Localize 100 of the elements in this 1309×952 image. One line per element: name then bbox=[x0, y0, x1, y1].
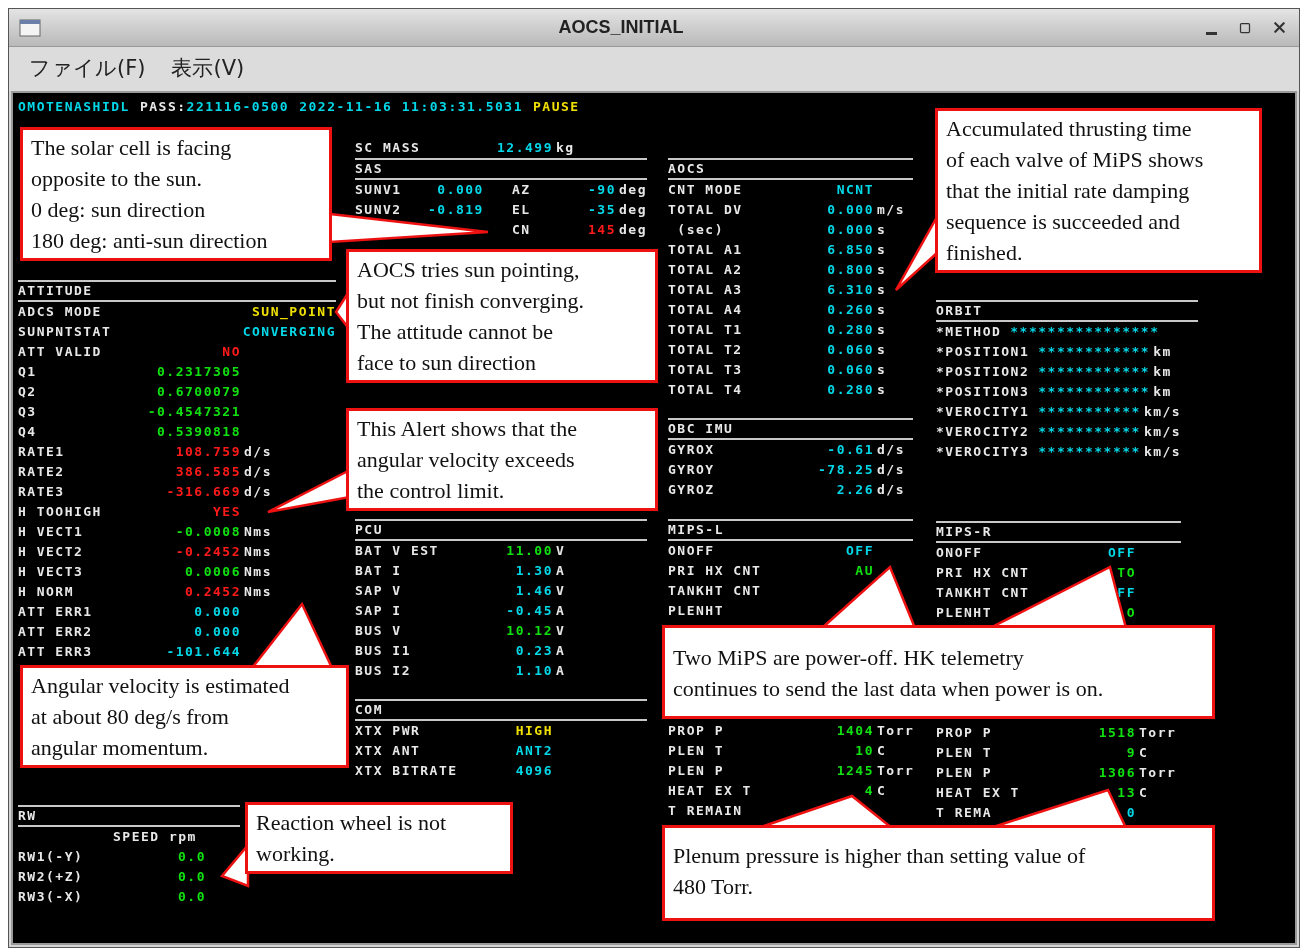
window-title: AOCS_INITIAL bbox=[558, 16, 684, 39]
field-value: 0.2452 bbox=[185, 583, 241, 602]
field-label: SAP I bbox=[355, 603, 402, 619]
field-label: TOTAL A2 bbox=[668, 262, 743, 278]
field-label: CN bbox=[511, 222, 531, 238]
field-value: 1404 bbox=[836, 722, 874, 741]
field-value: 0.23 bbox=[515, 642, 553, 661]
field-label: *VEROCITY3 bbox=[936, 443, 1030, 462]
field-label: H VECT1 bbox=[18, 524, 84, 540]
field-value: 386.585 bbox=[175, 463, 241, 482]
unit-label: C bbox=[877, 782, 887, 801]
field-value: -0.45 bbox=[506, 602, 553, 621]
field-label: AZ bbox=[511, 182, 531, 198]
field-value: 0.060 bbox=[827, 341, 874, 360]
field-value: NCNT bbox=[836, 181, 874, 200]
field-value: -101.644 bbox=[166, 643, 241, 662]
unit-label: s bbox=[877, 261, 887, 280]
unit-label: s bbox=[877, 321, 887, 340]
field-label: RATE2 bbox=[18, 464, 65, 480]
section-title: MIPS-L bbox=[668, 521, 724, 540]
unit-label: km/s bbox=[1143, 403, 1182, 422]
field-value: 6.850 bbox=[827, 241, 874, 260]
unit-label: deg bbox=[619, 181, 647, 200]
field-label: Q3 bbox=[18, 404, 37, 420]
unit-label: Nms bbox=[244, 523, 272, 542]
field-label: *VEROCITY1 bbox=[936, 403, 1030, 422]
unit-label: Nms bbox=[244, 563, 272, 582]
unit-label: C bbox=[1139, 784, 1149, 803]
field-label: *METHOD bbox=[936, 323, 1002, 342]
menu-item[interactable]: 表示(V) bbox=[169, 53, 247, 85]
field-label: GYROY bbox=[668, 462, 715, 478]
field-label: PLEN T bbox=[668, 743, 724, 759]
field-label: Q4 bbox=[18, 424, 37, 440]
field-label: T REMAIN bbox=[668, 803, 743, 819]
status-text: PAUSE bbox=[533, 98, 580, 117]
field-label: TANKHT CNT bbox=[936, 585, 1030, 601]
field-label: Q2 bbox=[18, 384, 37, 400]
field-value: 0.0 bbox=[178, 888, 206, 907]
unit-label: kg bbox=[556, 139, 575, 158]
field-label: BAT I bbox=[355, 563, 402, 579]
field-value: 0.0006 bbox=[185, 563, 241, 582]
field-label: HEAT EX T bbox=[668, 783, 752, 799]
unit-label: d/s bbox=[244, 483, 272, 502]
field-value: 4 bbox=[864, 782, 874, 801]
field-value: 0.0 bbox=[178, 868, 206, 887]
field-label: SUNV1 bbox=[355, 182, 402, 198]
field-value: -0.819 bbox=[428, 201, 484, 220]
field-value: 145 bbox=[588, 221, 617, 240]
field-value: 1518 bbox=[1098, 724, 1136, 743]
field-label: ATT ERR2 bbox=[18, 624, 93, 640]
section-title: RW bbox=[18, 807, 37, 826]
field-value: 0.000 bbox=[827, 221, 874, 240]
section-title: AOCS bbox=[668, 160, 706, 179]
maximize-icon bbox=[1239, 21, 1251, 34]
annotation-callout: Reaction wheel is not working. bbox=[245, 802, 513, 874]
field-value: 1245 bbox=[836, 762, 874, 781]
unit-label: Torr bbox=[1139, 764, 1177, 783]
field-value: OFF bbox=[1108, 544, 1136, 563]
section-title: ORBIT bbox=[936, 302, 983, 321]
field-label: PRI HX CNT bbox=[936, 565, 1030, 581]
unit-label: A bbox=[556, 662, 566, 681]
field-label: TOTAL A4 bbox=[668, 302, 743, 318]
unit-label: km bbox=[1153, 383, 1172, 402]
section-title: SAS bbox=[355, 160, 383, 179]
status-text: 221116-0500 bbox=[186, 98, 290, 117]
field-value: 2.26 bbox=[836, 481, 874, 500]
field-value: 0.060 bbox=[827, 361, 874, 380]
menu-item[interactable]: ファイル(F) bbox=[27, 53, 148, 85]
field-label: BUS V bbox=[355, 623, 402, 639]
field-value: **************** bbox=[1010, 323, 1160, 342]
unit-label: V bbox=[556, 582, 566, 601]
field-label: PRI HX CNT bbox=[668, 563, 762, 579]
field-value: ************ bbox=[1038, 343, 1151, 362]
field-label: ATT ERR1 bbox=[18, 604, 93, 620]
unit-label: s bbox=[877, 241, 887, 260]
unit-label: d/s bbox=[877, 441, 905, 460]
field-label: ATT VALID bbox=[18, 344, 102, 360]
field-value: -90 bbox=[588, 181, 617, 200]
unit-label: A bbox=[556, 562, 566, 581]
field-value: 1306 bbox=[1098, 764, 1136, 783]
field-label: TOTAL A3 bbox=[668, 282, 743, 298]
unit-label: deg bbox=[619, 221, 647, 240]
field-label: BUS I1 bbox=[355, 643, 411, 659]
field-value: -0.2452 bbox=[175, 543, 241, 562]
field-label: ATT ERR3 bbox=[18, 644, 93, 660]
field-label: SAP V bbox=[355, 583, 402, 599]
field-value: *********** bbox=[1038, 443, 1141, 462]
unit-label: deg bbox=[619, 201, 647, 220]
field-value: -78.25 bbox=[818, 461, 874, 480]
field-label: SC MASS bbox=[355, 140, 421, 156]
annotation-callout: This Alert shows that the angular velocity exceeds the control limit. bbox=[346, 408, 658, 511]
section-title: MIPS-R bbox=[936, 523, 992, 542]
field-label: *POSITION2 bbox=[936, 363, 1030, 382]
field-value: YES bbox=[213, 503, 241, 522]
unit-label: s bbox=[877, 341, 887, 360]
field-value: SUN_POINT bbox=[252, 303, 336, 322]
field-label: ONOFF bbox=[936, 545, 983, 561]
field-label: T REMA bbox=[936, 805, 992, 821]
unit-label: km bbox=[1153, 343, 1172, 362]
field-label: RATE1 bbox=[18, 444, 65, 460]
